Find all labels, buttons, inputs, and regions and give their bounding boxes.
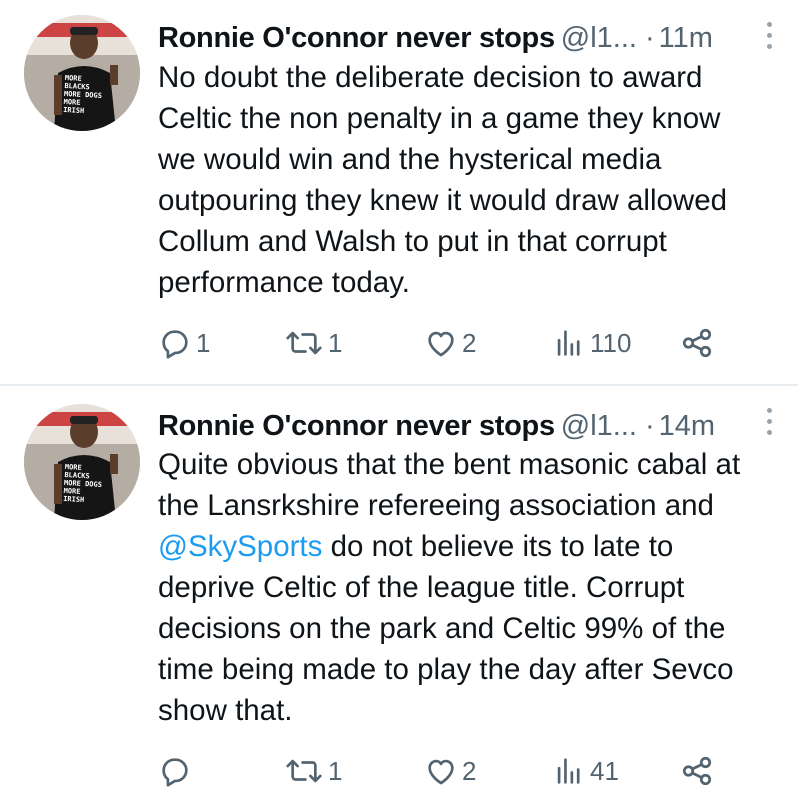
timestamp[interactable]: 11m (659, 22, 713, 54)
reply-icon (162, 330, 188, 359)
separator-dot: · (644, 22, 655, 54)
more-options-icon[interactable] (764, 408, 774, 438)
share-icon (682, 328, 712, 358)
like-button[interactable]: 2 (424, 751, 476, 791)
share-button[interactable] (680, 751, 714, 791)
share-icon (682, 756, 712, 786)
author-name[interactable]: Ronnie O'connor never stops (158, 410, 555, 442)
tweet-actions: 1 1 2 110 (158, 323, 738, 363)
reply-button[interactable] (158, 751, 196, 791)
shirt-slogan: MORE BLACKS MORE DOGS MORE IRISH (62, 462, 103, 505)
retweet-button[interactable]: 1 (284, 751, 342, 791)
shirt-slogan: MORE BLACKS MORE DOGS MORE IRISH (62, 73, 103, 116)
mention-link[interactable]: @SkySports (158, 530, 322, 563)
retweet-icon (286, 759, 322, 783)
like-count: 2 (462, 755, 477, 786)
views-button[interactable]: 41 (552, 751, 619, 791)
timestamp[interactable]: 14m (659, 410, 715, 442)
author-handle[interactable]: @l1... (561, 22, 637, 54)
like-count: 2 (462, 327, 477, 358)
views-count: 41 (590, 755, 619, 786)
views-button[interactable]: 110 (552, 323, 631, 363)
avatar[interactable]: MORE BLACKS MORE DOGS MORE IRISH (24, 15, 140, 131)
more-options-icon[interactable] (764, 22, 774, 52)
author-name[interactable]: Ronnie O'connor never stops (158, 22, 555, 54)
retweet-button[interactable]: 1 (284, 323, 342, 363)
reply-icon (162, 758, 188, 787)
heart-icon (428, 759, 454, 785)
tweet-header: Ronnie O'connor never stops @l1... · 11m (158, 16, 713, 60)
tweet[interactable]: MORE BLACKS MORE DOGS MORE IRISH Ronnie … (0, 386, 798, 800)
avatar[interactable]: MORE BLACKS MORE DOGS MORE IRISH (24, 404, 140, 520)
retweet-count: 1 (328, 755, 343, 786)
tweet[interactable]: MORE BLACKS MORE DOGS MORE IRISH Ronnie … (0, 0, 798, 384)
tweet-text-part: Quite obvious that the bent masonic caba… (158, 448, 741, 522)
share-button[interactable] (680, 323, 714, 363)
tweet-text: No doubt the deliberate decision to awar… (158, 61, 728, 299)
tweet-header: Ronnie O'connor never stops @l1... · 14m (158, 404, 715, 448)
reply-button[interactable]: 1 (158, 323, 210, 363)
like-button[interactable]: 2 (424, 323, 476, 363)
retweet-count: 1 (328, 327, 343, 358)
separator-dot: · (644, 410, 655, 442)
retweet-icon (286, 331, 322, 355)
tweet-actions: 1 2 41 (158, 751, 738, 791)
views-icon (557, 758, 580, 784)
views-icon (557, 330, 580, 356)
reply-count: 1 (196, 327, 211, 358)
views-count: 110 (590, 327, 632, 358)
heart-icon (428, 331, 454, 357)
author-handle[interactable]: @l1... (561, 410, 637, 442)
tweet-text: Quite obvious that the bent masonic caba… (158, 444, 778, 731)
